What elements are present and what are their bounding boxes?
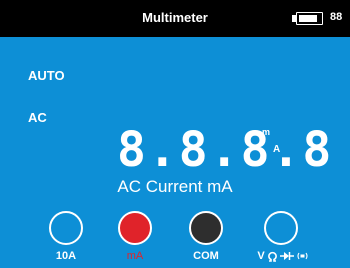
- unit-base: A: [273, 144, 281, 155]
- jack-ma[interactable]: [118, 211, 152, 245]
- diode-icon: [279, 252, 294, 260]
- digital-readout: 8.8.8.8: [117, 122, 334, 178]
- ohm-icon: [267, 251, 277, 262]
- battery-icon: [296, 12, 323, 25]
- battery-level-fill: [298, 14, 317, 22]
- jack-label-ma: mA: [126, 250, 144, 262]
- jack-label-v-group: V: [248, 250, 318, 262]
- jack-10a[interactable]: [49, 211, 83, 245]
- jack-label-com: COM: [193, 250, 219, 262]
- signal-type-label: AC: [28, 110, 47, 125]
- function-label: AC Current mA: [117, 177, 233, 196]
- battery-percent: 88: [330, 11, 343, 23]
- jack-label-v: V: [257, 250, 265, 262]
- jack-v-ohm-diode[interactable]: [264, 211, 298, 245]
- jack-label-10a: 10A: [55, 250, 77, 262]
- unit-prefix: m: [262, 127, 271, 137]
- range-mode-label: AUTO: [28, 68, 65, 83]
- header-bar: Multimeter 88: [0, 0, 350, 37]
- jack-com[interactable]: [189, 211, 223, 245]
- continuity-icon: [297, 252, 308, 260]
